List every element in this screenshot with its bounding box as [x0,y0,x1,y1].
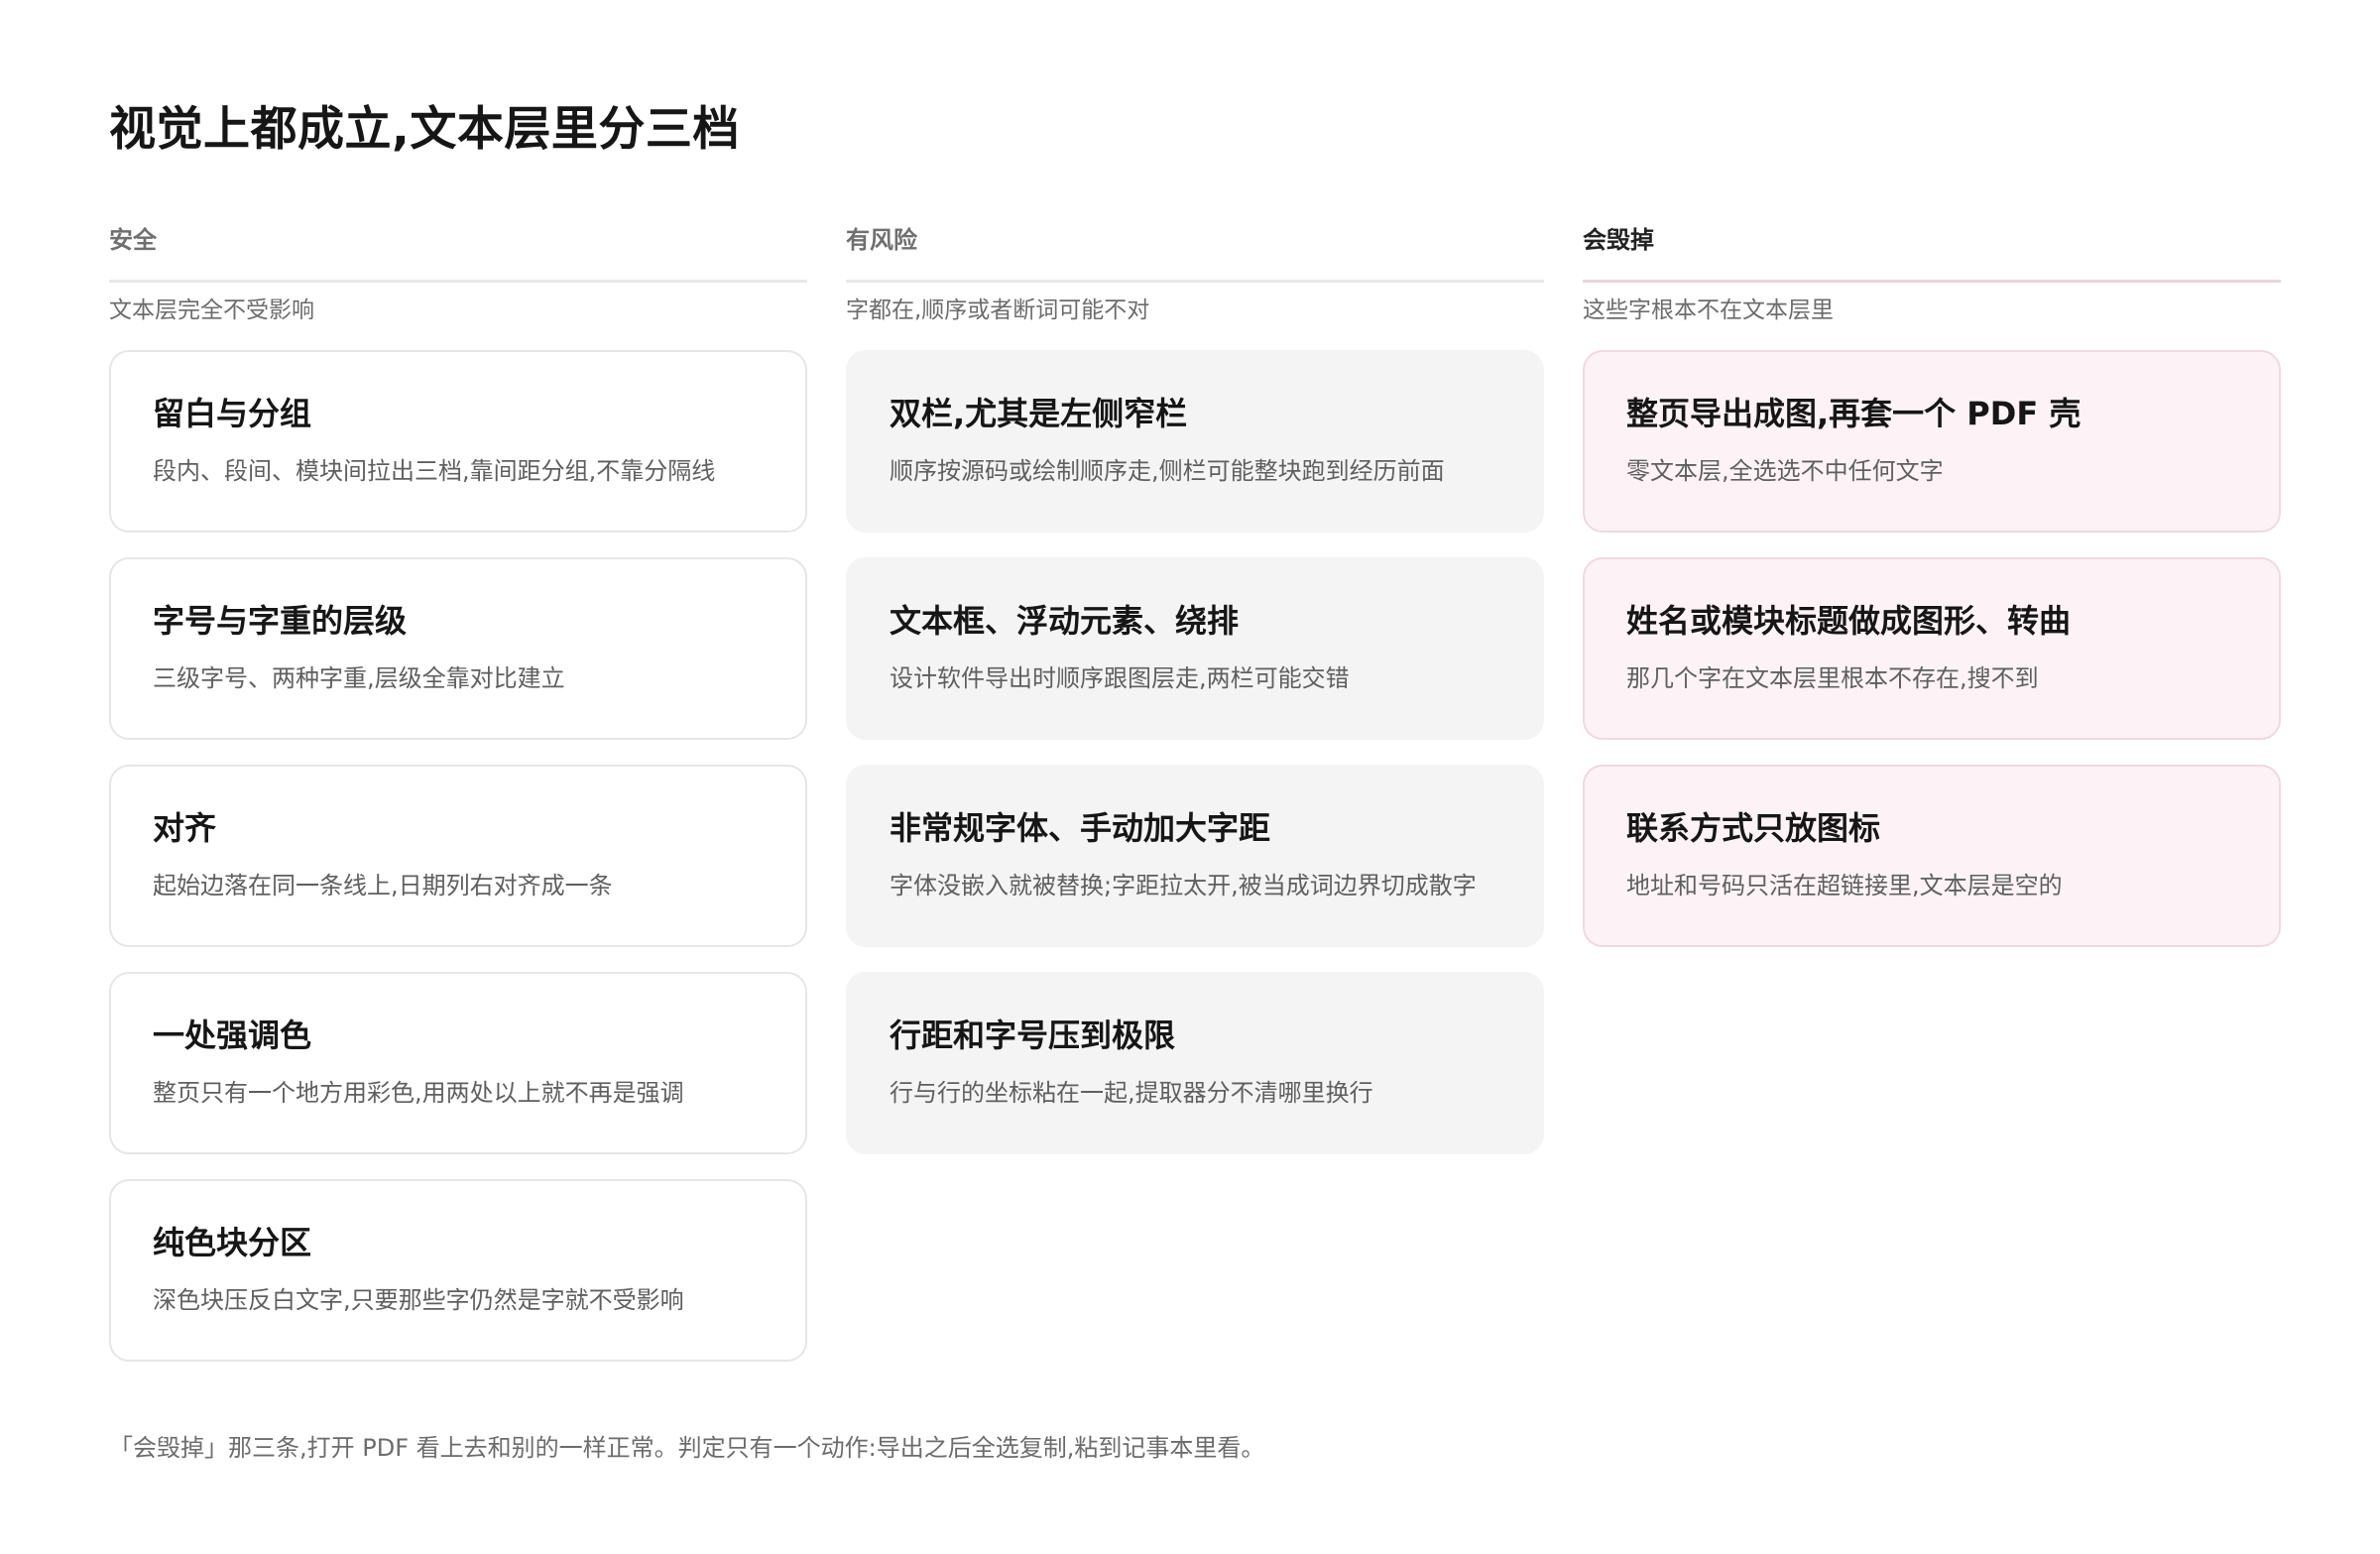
card-text: 顺序按源码或绘制顺序走,侧栏可能整块跑到经历前面 [890,457,1445,485]
card-title: 整页导出成图,再套一个 PDF 壳 [1626,395,2082,432]
card-title: 留白与分组 [153,395,312,432]
column-description: 文本层完全不受影响 [109,298,314,323]
card-title: 联系方式只放图标 [1626,809,1881,847]
card: 一处强调色 整页只有一个地方用彩色,用两处以上就不再是强调 [109,972,807,1154]
page-title: 视觉上都成立,文本层里分三档 [109,102,740,157]
card-list: 留白与分组 段内、段间、模块间拉出三档,靠间距分组,不靠分隔线 字号与字重的层级… [109,350,807,1362]
card-title: 一处强调色 [153,1016,312,1054]
card-text: 整页只有一个地方用彩色,用两处以上就不再是强调 [153,1079,684,1107]
card: 姓名或模块标题做成图形、转曲 那几个字在文本层里根本不存在,搜不到 [1583,557,2281,740]
card-title: 姓名或模块标题做成图形、转曲 [1626,602,2072,640]
column-label: 会毁掉 [1583,226,1654,254]
card-text: 深色块压反白文字,只要那些字仍然是字就不受影响 [153,1286,684,1314]
card-text: 字体没嵌入就被替换;字距拉太开,被当成词边界切成散字 [890,872,1477,899]
card-text: 设计软件导出时顺序跟图层走,两栏可能交错 [890,664,1350,692]
card-text: 零文本层,全选选不中任何文字 [1626,457,1944,485]
footnote: 「会毁掉」那三条,打开 PDF 看上去和别的一样正常。判定只有一个动作:导出之后… [109,1434,1265,1462]
card: 联系方式只放图标 地址和号码只活在超链接里,文本层是空的 [1583,765,2281,947]
card-title: 双栏,尤其是左侧窄栏 [890,395,1188,432]
card-text: 地址和号码只活在超链接里,文本层是空的 [1626,872,2063,899]
card-text: 三级字号、两种字重,层级全靠对比建立 [153,664,565,692]
card: 行距和字号压到极限 行与行的坐标粘在一起,提取器分不清哪里换行 [846,972,1544,1154]
card: 双栏,尤其是左侧窄栏 顺序按源码或绘制顺序走,侧栏可能整块跑到经历前面 [846,350,1544,533]
card-title: 文本框、浮动元素、绕排 [890,602,1240,640]
card-text: 行与行的坐标粘在一起,提取器分不清哪里换行 [890,1079,1373,1107]
card-title: 非常规字体、手动加大字距 [890,809,1271,847]
card: 留白与分组 段内、段间、模块间拉出三档,靠间距分组,不靠分隔线 [109,350,807,533]
card: 非常规字体、手动加大字距 字体没嵌入就被替换;字距拉太开,被当成词边界切成散字 [846,765,1544,947]
column-label: 安全 [109,226,157,254]
card-text: 那几个字在文本层里根本不存在,搜不到 [1626,664,2039,692]
card-list: 整页导出成图,再套一个 PDF 壳 零文本层,全选选不中任何文字 姓名或模块标题… [1583,350,2281,947]
card-title: 纯色块分区 [153,1224,312,1261]
column-description: 字都在,顺序或者断词可能不对 [846,298,1150,323]
column-breaks: 会毁掉 这些字根本不在文本层里 整页导出成图,再套一个 PDF 壳 零文本层,全… [1583,220,2281,972]
column-divider [1583,280,2281,283]
column-label: 有风险 [846,226,917,254]
column-divider [109,280,807,283]
column-safe: 安全 文本层完全不受影响 留白与分组 段内、段间、模块间拉出三档,靠间距分组,不… [109,220,807,1386]
card: 文本框、浮动元素、绕排 设计软件导出时顺序跟图层走,两栏可能交错 [846,557,1544,740]
card: 整页导出成图,再套一个 PDF 壳 零文本层,全选选不中任何文字 [1583,350,2281,533]
column-divider [846,280,1544,283]
card-text: 段内、段间、模块间拉出三档,靠间距分组,不靠分隔线 [153,457,716,485]
card-title: 对齐 [153,809,217,847]
card-list: 双栏,尤其是左侧窄栏 顺序按源码或绘制顺序走,侧栏可能整块跑到经历前面 文本框、… [846,350,1544,1154]
column-description: 这些字根本不在文本层里 [1583,298,1834,323]
card: 字号与字重的层级 三级字号、两种字重,层级全靠对比建立 [109,557,807,740]
card-title: 字号与字重的层级 [153,602,408,640]
card: 对齐 起始边落在同一条线上,日期列右对齐成一条 [109,765,807,947]
column-risky: 有风险 字都在,顺序或者断词可能不对 双栏,尤其是左侧窄栏 顺序按源码或绘制顺序… [846,220,1544,1179]
card-text: 起始边落在同一条线上,日期列右对齐成一条 [153,872,613,899]
card-title: 行距和字号压到极限 [890,1016,1176,1054]
card: 纯色块分区 深色块压反白文字,只要那些字仍然是字就不受影响 [109,1179,807,1362]
